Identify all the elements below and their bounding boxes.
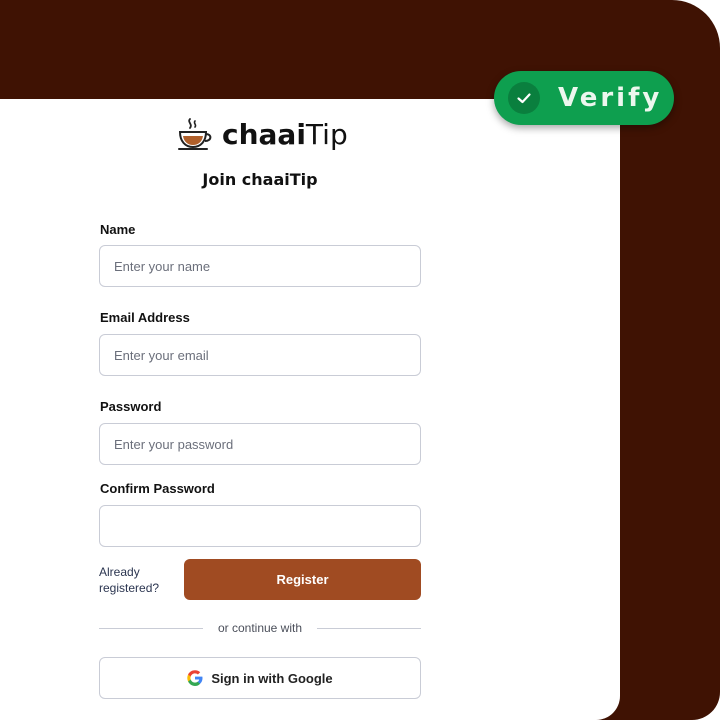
email-label: Email Address (100, 310, 190, 325)
already-registered-text: Already registered? (99, 565, 160, 595)
register-button[interactable]: Register (184, 559, 421, 600)
form-heading: Join chaaiTip (202, 170, 318, 189)
divider-right (317, 628, 421, 629)
brand-logo: chaaiTip (176, 112, 348, 156)
google-button-label: Sign in with Google (211, 670, 333, 686)
confirm-password-input[interactable] (99, 505, 421, 547)
name-input[interactable] (99, 245, 421, 287)
password-label: Password (100, 399, 162, 414)
google-signin-button[interactable]: Sign in with Google (99, 657, 421, 699)
verify-label: Verify (558, 83, 663, 113)
confirm-password-label: Confirm Password (100, 481, 215, 496)
brand-name-bold: chaai (222, 117, 306, 151)
brand-name-regular: Tip (305, 117, 348, 151)
email-input[interactable] (99, 334, 421, 376)
divider-left (99, 628, 203, 629)
google-icon (187, 670, 203, 686)
already-registered-link[interactable]: Already registered? (99, 564, 163, 596)
password-input[interactable] (99, 423, 421, 465)
name-label: Name (100, 222, 136, 237)
verify-badge[interactable]: Verify (494, 71, 674, 125)
register-button-label: Register (276, 572, 329, 587)
check-icon (508, 82, 540, 114)
chai-cup-icon (178, 118, 212, 150)
divider-text: or continue with (217, 621, 303, 635)
